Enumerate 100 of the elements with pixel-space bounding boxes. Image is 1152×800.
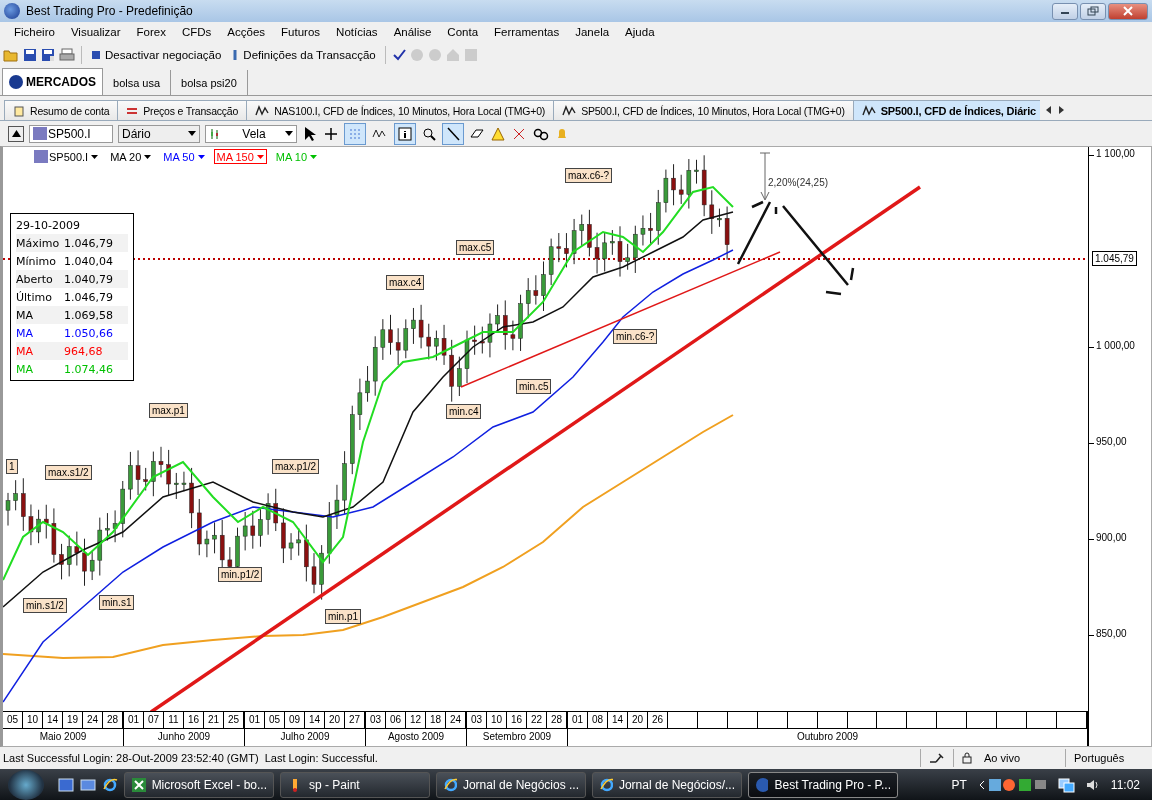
document-tab[interactable]: Resumo de conta bbox=[4, 100, 119, 120]
document-tab[interactable]: SP500.I, CFD de Índices, Diáric bbox=[852, 100, 1041, 120]
taskbar-button[interactable]: Microsoft Excel - bo... bbox=[124, 771, 274, 798]
taskbar-button[interactable]: Jornal de Negócios/... bbox=[592, 771, 742, 798]
data-value: 1.040,04 bbox=[64, 254, 113, 268]
document-tab[interactable]: Preços e Transacção bbox=[117, 100, 248, 120]
collapse-button[interactable] bbox=[8, 125, 24, 142]
trade-settings-button[interactable]: Definições da Transacção bbox=[228, 49, 379, 61]
chart-icon bbox=[861, 104, 876, 117]
chart-annotation: min.s1 bbox=[99, 595, 135, 610]
scroll-right-icon[interactable] bbox=[1057, 105, 1066, 115]
market-tab[interactable]: MERCADOS bbox=[2, 68, 103, 95]
menu-item[interactable]: Forex bbox=[128, 26, 174, 38]
date-tick-label: 26 bbox=[648, 712, 668, 729]
menu-item[interactable]: Futuros bbox=[273, 26, 329, 38]
taskbar-button[interactable]: sp - Paint bbox=[280, 771, 430, 798]
print-icon[interactable] bbox=[59, 48, 75, 62]
close-button[interactable] bbox=[1108, 2, 1148, 20]
caret-icon bbox=[91, 154, 99, 159]
eraser-icon[interactable] bbox=[469, 126, 485, 141]
disable-trading-button[interactable]: Desactivar negociação bbox=[88, 49, 225, 61]
date-label: 29-10-2009 bbox=[16, 218, 80, 232]
save-icon[interactable] bbox=[23, 48, 37, 62]
chart-annotation: max.c4 bbox=[386, 275, 425, 290]
date-tick-label: 11 bbox=[164, 712, 184, 729]
chart-annotation: min.c5 bbox=[516, 379, 552, 394]
show-desktop-icon[interactable] bbox=[58, 777, 74, 792]
date-tick-label: 05 bbox=[265, 712, 285, 729]
spreadsheet-icon bbox=[131, 776, 146, 793]
save-as-icon[interactable] bbox=[41, 48, 55, 62]
menu-item[interactable]: Janela bbox=[567, 26, 618, 38]
grid-icon[interactable] bbox=[344, 122, 366, 145]
document-tab[interactable]: SP500.I, CFD de Índices, 10 Minutos, Hora Local (TMG+0) bbox=[553, 100, 854, 120]
menu-item[interactable]: CFDs bbox=[173, 26, 220, 38]
menu-item[interactable]: Visualizar bbox=[62, 26, 129, 38]
date-tick-label: 14 bbox=[608, 712, 628, 729]
period-dropdown[interactable]: Dário bbox=[118, 124, 200, 143]
date-tick-label: 24 bbox=[446, 712, 466, 729]
date-tick-label: 22 bbox=[527, 712, 547, 729]
symbol-icon bbox=[34, 150, 48, 163]
line-tool-icon[interactable] bbox=[442, 122, 464, 145]
checkmark-icon[interactable] bbox=[391, 48, 406, 62]
date-tick-label: 16 bbox=[507, 712, 527, 729]
menu-item[interactable]: Notícias bbox=[328, 26, 386, 38]
chart-annotation: min.c4 bbox=[446, 404, 482, 419]
triangle-up-icon bbox=[11, 130, 21, 137]
chart-type-dropdown[interactable]: Vela bbox=[205, 124, 297, 143]
start-button[interactable] bbox=[8, 769, 44, 800]
zoom-in-icon[interactable] bbox=[421, 125, 437, 142]
date-tick-label: 27 bbox=[345, 712, 365, 729]
caret-icon bbox=[197, 154, 205, 159]
indicator-legend-item[interactable]: MA 20 bbox=[107, 149, 155, 164]
taskbar-button[interactable]: Jornal de Negócios ... bbox=[436, 771, 586, 798]
window-switch-icon[interactable] bbox=[80, 777, 96, 792]
square-icon bbox=[91, 50, 101, 60]
crosshair-icon[interactable] bbox=[323, 125, 339, 142]
date-tick-label: 18 bbox=[426, 712, 446, 729]
price-tick-label: 950,00 bbox=[1096, 436, 1127, 447]
indicator-legend-item[interactable]: MA 50 bbox=[160, 149, 208, 164]
alert-icon[interactable] bbox=[490, 125, 506, 142]
browser-icon bbox=[599, 776, 613, 793]
month-label: Agosto 2009 bbox=[386, 730, 446, 745]
data-label: MA bbox=[16, 362, 34, 376]
clock: 11:02 bbox=[1110, 777, 1140, 792]
indicator-legend-item[interactable]: SP500.I bbox=[31, 149, 102, 164]
status-message: Last Successful Login: 28-Out-2009 23:52:40 (GMT) Last Login: Successful. bbox=[2, 752, 379, 764]
input-language-indicator[interactable]: PT bbox=[951, 777, 967, 792]
symbol-field[interactable]: SP500.I bbox=[29, 124, 113, 143]
month-label: Outubro 2009 bbox=[795, 730, 860, 745]
chart-annotation: max.p1 bbox=[149, 403, 188, 418]
menu-item[interactable]: Ferramentas bbox=[486, 26, 568, 38]
menu-item[interactable]: Ficheiro bbox=[6, 26, 63, 38]
window-title: Best Trading Pro - Predefinição bbox=[26, 4, 194, 18]
menu-item[interactable]: Ajuda bbox=[617, 26, 663, 38]
date-tick-label: 06 bbox=[386, 712, 406, 729]
info-icon[interactable] bbox=[394, 122, 416, 145]
logo-icon bbox=[9, 75, 23, 89]
date-tick-label: 03 bbox=[467, 712, 487, 729]
chart-icon bbox=[255, 104, 270, 117]
menu-item[interactable]: Acções bbox=[219, 26, 274, 38]
taskbar-button[interactable]: Best Trading Pro - P... bbox=[748, 771, 898, 798]
browser-icon[interactable] bbox=[102, 776, 118, 793]
chart-annotation: max.c6-? bbox=[565, 168, 613, 183]
cursor-icon[interactable] bbox=[302, 124, 318, 143]
minimize-button[interactable] bbox=[1052, 2, 1078, 20]
menu-item[interactable]: Conta bbox=[439, 26, 487, 38]
restore-button[interactable] bbox=[1080, 2, 1106, 20]
data-label: Máximo bbox=[16, 236, 61, 250]
network-icon[interactable] bbox=[1056, 776, 1075, 793]
date-tick-label: 10 bbox=[487, 712, 507, 729]
connection-status: Ao vivo bbox=[984, 752, 1021, 764]
month-label: Setembro 2009 bbox=[481, 730, 553, 745]
menu-item[interactable]: Análise bbox=[385, 26, 440, 38]
chart-annotation: max.c5 bbox=[456, 240, 495, 255]
date-tick-label: 01 bbox=[568, 712, 588, 729]
close-icon bbox=[1122, 6, 1134, 16]
month-label: Maio 2009 bbox=[38, 730, 88, 745]
indicator-legend-item[interactable]: MA 150 bbox=[213, 149, 267, 164]
data-value: 1.046,79 bbox=[64, 236, 113, 250]
document-tab[interactable]: NAS100.I, CFD de Índices, 10 Minutos, Hora Local (TMG+0) bbox=[246, 100, 555, 120]
